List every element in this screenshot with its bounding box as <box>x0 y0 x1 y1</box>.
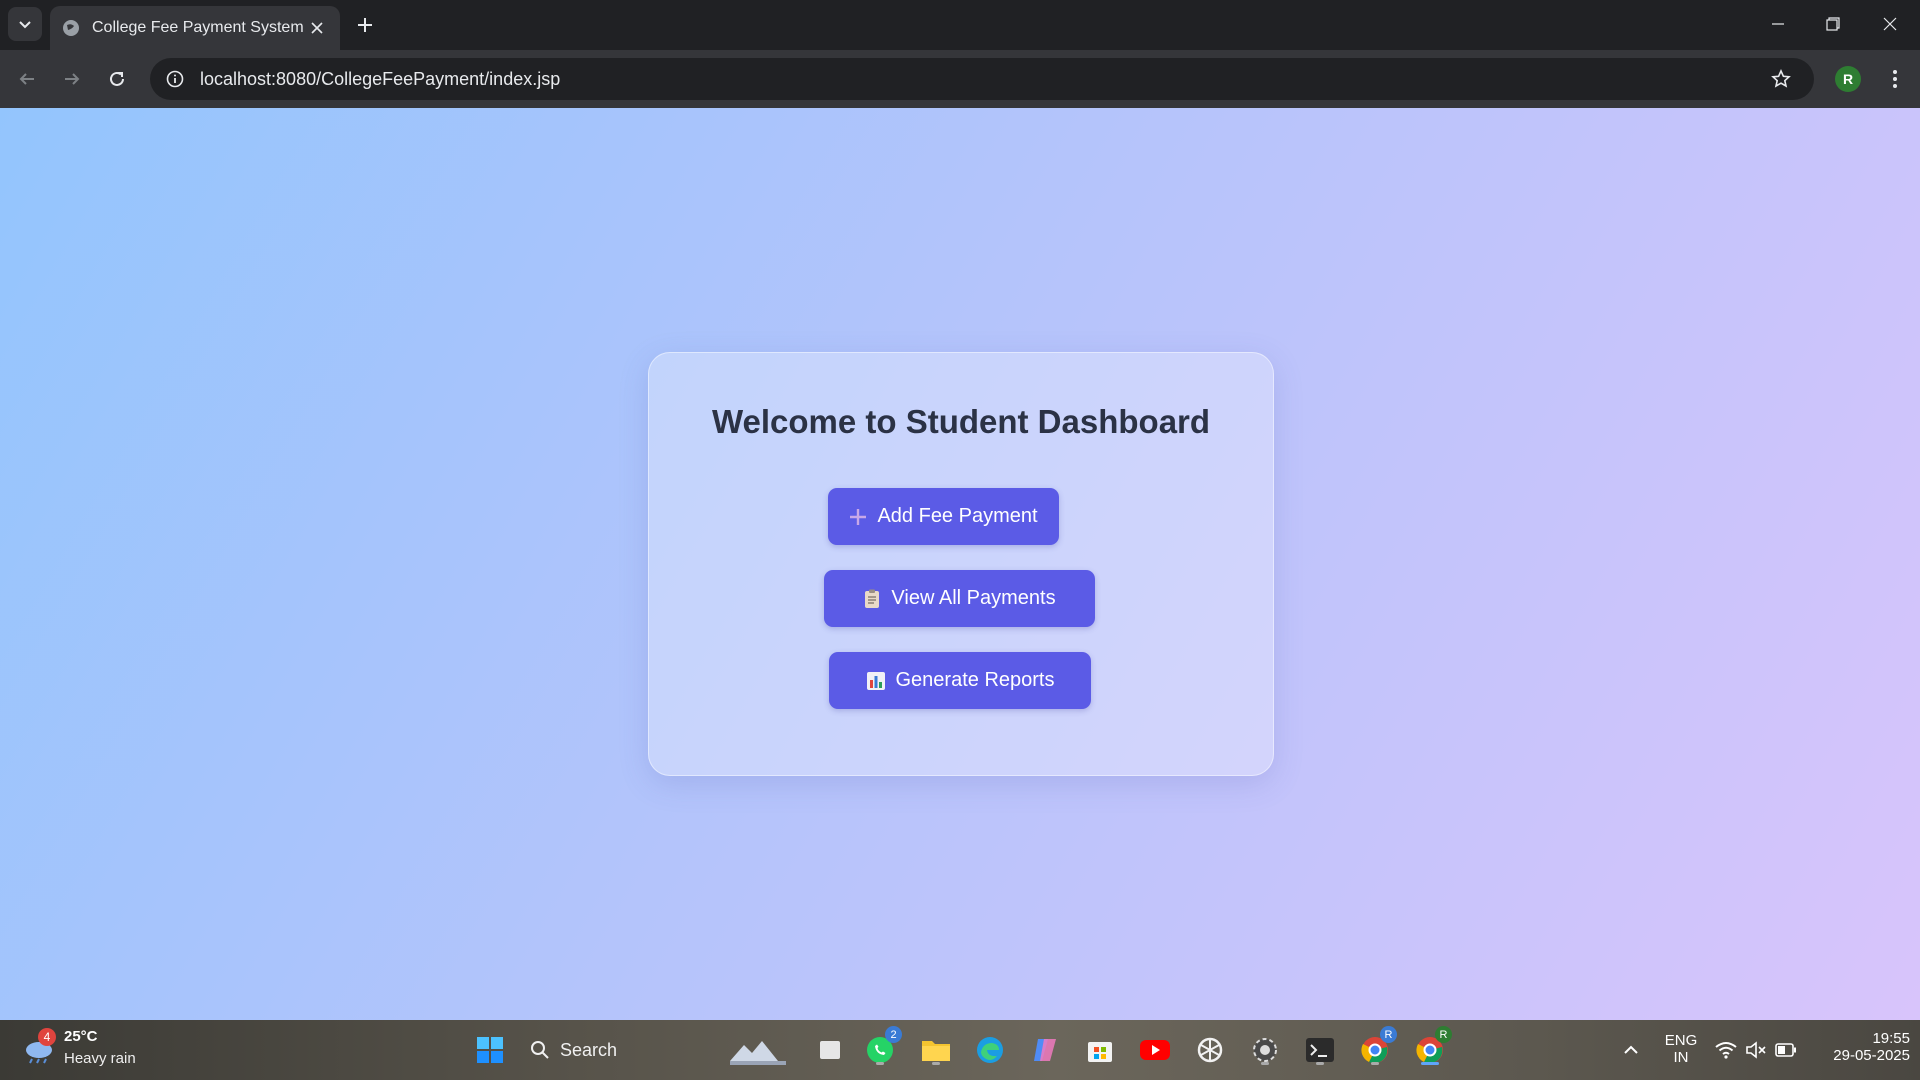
chrome-profile-badge: R <box>1435 1026 1452 1043</box>
reload-icon <box>110 71 124 86</box>
terminal-button[interactable] <box>1302 1032 1338 1068</box>
clock-time: 19:55 <box>1872 1030 1910 1047</box>
arrow-left-icon <box>19 73 34 85</box>
page-title: Welcome to Student Dashboard <box>711 403 1211 440</box>
plus-icon <box>358 18 372 32</box>
clock-date: 29-05-2025 <box>1833 1047 1910 1064</box>
active-indicator <box>1421 1062 1439 1065</box>
page-viewport: Welcome to Student Dashboard Add Fee Pay… <box>0 108 1920 1020</box>
bookmark-star-icon[interactable] <box>1766 64 1796 94</box>
whatsapp-notification-badge: 2 <box>885 1026 902 1043</box>
search-icon <box>531 1041 549 1059</box>
wifi-icon <box>1715 1042 1737 1059</box>
search-label: Search <box>560 1039 618 1060</box>
widgets-landscape-button[interactable] <box>730 1032 786 1068</box>
wifi-status[interactable] <box>1712 1032 1740 1068</box>
view-all-payments-label: View All Payments <box>891 587 1056 609</box>
arrow-right-icon <box>65 73 80 85</box>
running-indicator <box>1316 1062 1324 1065</box>
windows-logo-icon <box>477 1037 503 1063</box>
tab-search-button[interactable] <box>8 7 42 41</box>
taskbar: 4 25°C Heavy rain Search 2 R R ENG IN 19… <box>0 1020 1920 1080</box>
restore-icon <box>1826 17 1840 31</box>
battery-icon <box>1775 1043 1796 1057</box>
running-indicator <box>876 1062 884 1065</box>
edge-button[interactable] <box>972 1032 1008 1068</box>
weather-condition: Heavy rain <box>64 1050 136 1067</box>
whatsapp-button[interactable]: 2 <box>862 1026 902 1068</box>
chevron-down-icon <box>19 21 31 29</box>
forward-button[interactable] <box>55 62 89 96</box>
view-all-payments-button[interactable]: View All Payments <box>824 570 1095 627</box>
close-icon <box>1883 17 1897 31</box>
restore-button[interactable] <box>1805 0 1861 48</box>
region-code: IN <box>1673 1049 1689 1066</box>
add-fee-payment-button[interactable]: Add Fee Payment <box>828 488 1059 545</box>
task-view-icon <box>820 1041 840 1059</box>
edge-browser-icon <box>977 1037 1003 1063</box>
plus-icon <box>849 508 867 526</box>
clipboard-icon <box>863 589 881 609</box>
volume-muted-icon <box>1746 1041 1766 1059</box>
language-indicator[interactable]: ENG IN <box>1660 1032 1702 1066</box>
more-vertical-icon <box>1893 70 1897 88</box>
taskbar-search[interactable]: Search <box>530 1032 720 1068</box>
tab-title: College Fee Payment System <box>92 19 304 36</box>
address-bar[interactable]: localhost:8080/CollegeFeePayment/index.j… <box>150 58 1814 100</box>
weather-alert-badge: 4 <box>38 1028 56 1046</box>
weather-temp: 25°C <box>64 1028 98 1045</box>
chatgpt-icon <box>1197 1037 1223 1063</box>
browser-menu-button[interactable] <box>1880 64 1910 94</box>
file-explorer-button[interactable] <box>918 1032 954 1068</box>
task-view-button[interactable] <box>812 1032 848 1068</box>
clock[interactable]: 19:55 29-05-2025 <box>1810 1030 1910 1064</box>
add-fee-payment-label: Add Fee Payment <box>877 505 1038 527</box>
microsoft-store-button[interactable] <box>1082 1032 1118 1068</box>
browser-toolbar: localhost:8080/CollegeFeePayment/index.j… <box>0 50 1920 108</box>
mountain-landscape-icon <box>730 1041 786 1065</box>
close-tab-icon[interactable] <box>306 17 328 39</box>
gear-icon <box>1253 1038 1277 1062</box>
globe-icon <box>62 19 80 37</box>
chatgpt-button[interactable] <box>1192 1032 1228 1068</box>
tab-strip: College Fee Payment System <box>0 0 1920 50</box>
browser-tab[interactable]: College Fee Payment System <box>50 6 340 50</box>
language-code: ENG <box>1664 1032 1698 1049</box>
chevron-up-icon <box>1624 1045 1638 1054</box>
volume-status[interactable] <box>1742 1032 1770 1068</box>
running-indicator <box>1371 1062 1379 1065</box>
running-indicator <box>932 1062 940 1065</box>
chrome-profile-badge: R <box>1380 1026 1397 1043</box>
running-indicator <box>1261 1062 1269 1065</box>
generate-reports-label: Generate Reports <box>895 669 1055 691</box>
chrome-button[interactable]: R <box>1357 1026 1397 1068</box>
back-button[interactable] <box>10 62 44 96</box>
chrome-active-button[interactable]: R <box>1412 1026 1452 1068</box>
battery-status[interactable] <box>1772 1032 1800 1068</box>
settings-button[interactable] <box>1247 1032 1283 1068</box>
copilot-icon <box>1034 1039 1056 1061</box>
minimize-button[interactable] <box>1750 0 1806 48</box>
weather-widget[interactable]: 4 25°C Heavy rain <box>22 1028 142 1072</box>
youtube-button[interactable] <box>1137 1032 1173 1068</box>
terminal-icon <box>1306 1038 1334 1062</box>
youtube-icon <box>1140 1040 1170 1060</box>
profile-avatar[interactable]: R <box>1835 66 1861 92</box>
start-button[interactable] <box>472 1032 508 1068</box>
close-window-button[interactable] <box>1862 0 1918 48</box>
generate-reports-button[interactable]: Generate Reports <box>829 652 1091 709</box>
new-tab-button[interactable] <box>352 12 378 38</box>
dashboard-card: Welcome to Student Dashboard Add Fee Pay… <box>648 352 1274 776</box>
folder-icon <box>922 1041 950 1061</box>
copilot-button[interactable] <box>1027 1032 1063 1068</box>
show-hidden-icons-button[interactable] <box>1616 1032 1646 1068</box>
reload-button[interactable] <box>100 62 134 96</box>
url-text[interactable]: localhost:8080/CollegeFeePayment/index.j… <box>200 69 1766 90</box>
site-info-icon[interactable] <box>162 66 188 92</box>
minimize-icon <box>1772 23 1784 25</box>
store-bag-icon <box>1088 1042 1112 1062</box>
bar-chart-icon <box>866 671 886 691</box>
